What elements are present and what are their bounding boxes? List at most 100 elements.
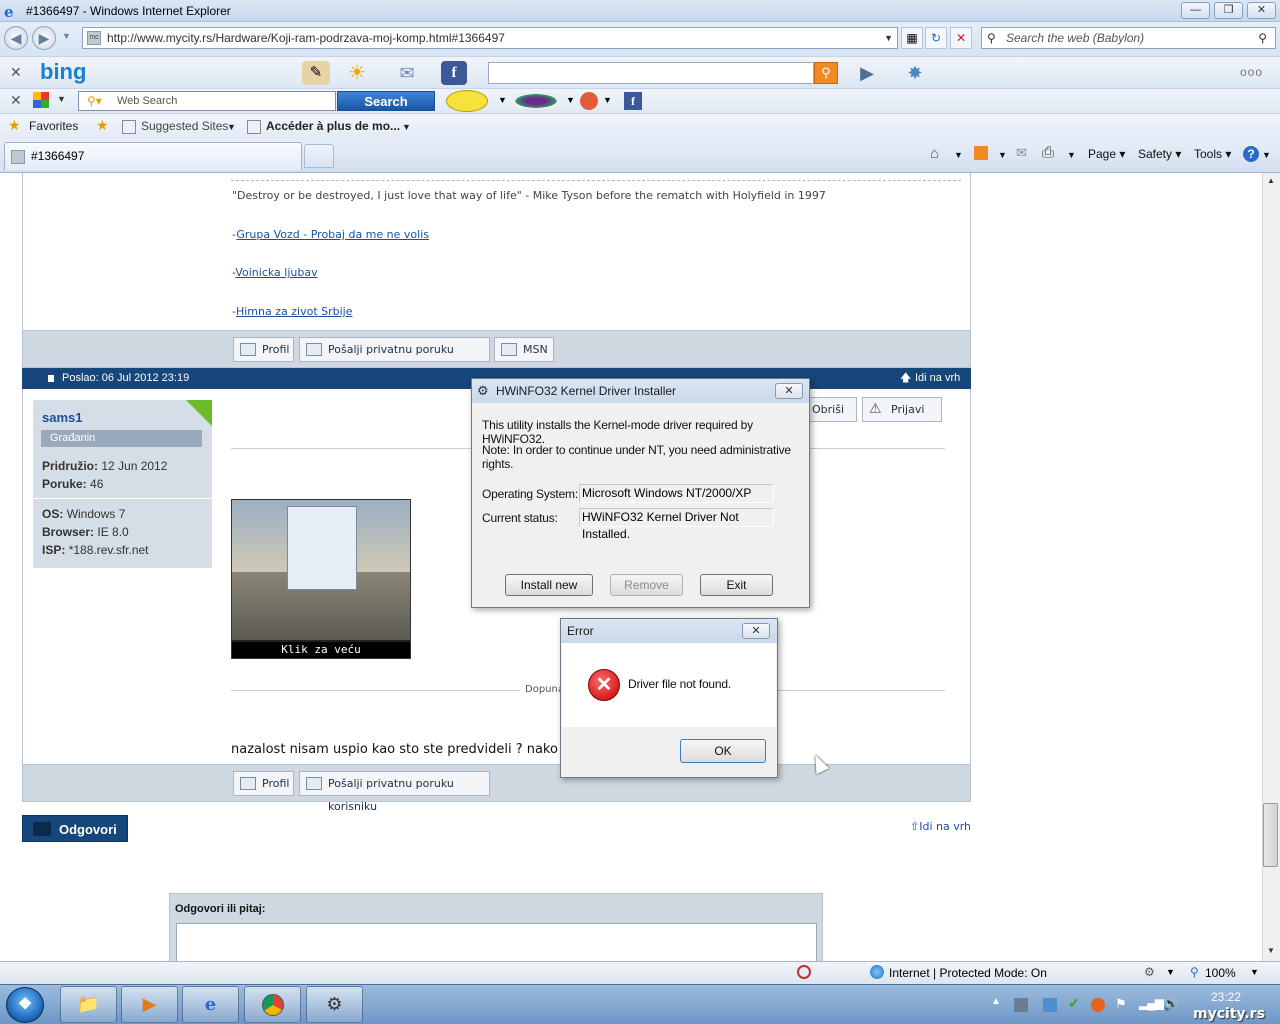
bing-search-go-icon[interactable]: ⚲ [814,62,838,84]
eyes-icon[interactable] [512,93,560,109]
feeds-icon[interactable] [974,146,988,160]
tray-volume-icon[interactable]: 🔊 [1163,996,1179,1012]
emoticon-icon[interactable] [580,92,598,110]
tray-expand-icon[interactable]: ▲ [991,996,1001,1007]
tools-icon[interactable]: ✸ [901,61,929,85]
emoticon-dropdown-icon[interactable]: ▼ [603,95,612,105]
privacy-icon[interactable]: ⚙ [1144,965,1155,979]
close-toolbar-icon[interactable]: ✕ [10,64,22,81]
tools-menu[interactable]: Tools ▾ [1194,147,1231,161]
image-thumbnail[interactable]: Klik za veću [231,499,411,659]
minimize-button[interactable]: — [1181,2,1210,19]
go-top-arrow-icon[interactable]: 🡅 [900,368,911,389]
tray-signal-icon[interactable]: ▂▄▆ [1139,996,1164,1010]
stop-icon[interactable]: ✕ [950,27,972,49]
zoom-icon[interactable]: ⚲ [1190,965,1199,979]
babylon-apps-icon[interactable] [33,92,49,108]
zoom-level[interactable]: 100% [1205,966,1236,980]
clock-time[interactable]: 23:22 [1211,990,1241,1004]
start-button[interactable]: ❖ [6,987,44,1023]
search-icon[interactable]: ⚲ [1258,28,1267,48]
new-tab-button[interactable] [304,144,334,168]
mail-icon[interactable]: ✉ [393,61,421,85]
address-dropdown-icon[interactable]: ▼ [884,28,893,48]
tray-network-app-icon[interactable] [1014,998,1028,1012]
eyes-dropdown-icon[interactable]: ▼ [566,95,575,105]
print-icon[interactable]: ⎙ [1042,144,1054,161]
weather-sun-icon[interactable]: ☀ [343,61,371,85]
privacy-dropdown-icon[interactable]: ▼ [1166,967,1175,977]
private-message-button-2[interactable]: Pošalji privatnu poruku korisniku [299,771,490,813]
reply-textarea[interactable] [176,923,817,961]
popup-blocked-icon[interactable] [797,965,811,979]
maximize-button[interactable]: ❐ [1214,2,1243,19]
scroll-up-icon[interactable]: ▲ [1267,176,1275,185]
tray-app-icon[interactable] [1043,998,1057,1012]
reply-button[interactable]: Odgovori [22,815,128,842]
web-search-input[interactable]: ⚲▾ Web Search [78,91,336,111]
home-icon[interactable]: ⌂ [930,145,939,162]
tray-security-icon[interactable]: ✔ [1068,995,1080,1012]
maps-icon[interactable]: ✎ [302,61,330,85]
close-window-button[interactable]: ✕ [1247,2,1276,19]
hwinfo-taskbar-icon[interactable]: ⚙ [306,986,363,1023]
bing-search-input[interactable] [488,62,814,84]
print-dropdown-icon[interactable]: ▼ [1067,150,1076,160]
installer-close-button[interactable]: ✕ [775,383,803,399]
scrollbar-thumb[interactable] [1263,803,1278,867]
profile-button[interactable]: Profil [233,337,294,362]
media-player-taskbar-icon[interactable]: ▶ [121,986,178,1023]
go-top-link-2[interactable]: ⇧Idi na vrh [910,820,971,833]
install-new-button[interactable]: Install new [505,574,593,596]
video-icon[interactable]: ▶ [853,61,881,85]
safety-menu[interactable]: Safety ▾ [1138,147,1181,161]
feeds-dropdown-icon[interactable]: ▼ [998,150,1007,160]
msn-button[interactable]: MSN [494,337,554,362]
favorites-button[interactable]: Favorites [29,119,78,133]
address-input[interactable]: mc http://www.mycity.rs/Hardware/Koji-ra… [82,27,898,49]
acceder-link[interactable]: Accéder à plus de mo... [266,119,400,133]
signature-link-2[interactable]: Voinicka ljubav [235,266,317,279]
facebook-icon[interactable]: f [441,61,467,85]
report-post-button[interactable]: ⚠ Prijavi [862,397,942,422]
close-babylon-icon[interactable]: ✕ [10,92,22,109]
acceder-dropdown-icon[interactable]: ▼ [402,122,411,132]
compatibility-view-icon[interactable]: ▦ [901,27,923,49]
help-dropdown-icon[interactable]: ▼ [1262,150,1271,160]
tray-firefox-icon[interactable] [1091,998,1105,1012]
read-mail-icon[interactable]: ✉ [1016,145,1027,161]
facebook-small-icon[interactable]: f [624,92,642,110]
search-input[interactable]: ⚲ Search the web (Babylon) ⚲ [981,27,1276,49]
internet-explorer-taskbar-icon[interactable]: e [182,986,239,1023]
suggested-dropdown-icon[interactable]: ▼ [227,122,236,132]
error-close-button[interactable]: ✕ [742,623,770,639]
smiley-dropdown-icon[interactable]: ▼ [498,95,507,105]
delete-post-button[interactable]: Obriši [805,397,857,422]
smiley-icon[interactable] [446,90,488,112]
exit-button[interactable]: Exit [700,574,773,596]
signature-link-1[interactable]: Grupa Vozd - Probaj da me ne volis [236,228,429,241]
error-ok-button[interactable]: OK [680,739,766,763]
go-top-link[interactable]: Idi na vrh [915,368,960,389]
chrome-taskbar-icon[interactable] [244,986,301,1023]
tray-action-center-icon[interactable]: ⚑ [1115,996,1127,1012]
history-dropdown-icon[interactable]: ▼ [62,31,71,41]
page-menu[interactable]: Page ▾ [1088,147,1125,161]
username-link[interactable]: sams1 [42,410,82,425]
refresh-icon[interactable]: ↻ [925,27,947,49]
help-icon[interactable]: ? [1243,146,1259,162]
more-options-icon[interactable]: ooo [1240,65,1263,79]
forward-button[interactable]: ▶ [32,26,56,50]
scroll-down-icon[interactable]: ▼ [1267,946,1275,955]
suggested-sites-link[interactable]: Suggested Sites [141,119,228,133]
private-message-button[interactable]: Pošalji privatnu poruku korisniku [299,337,490,379]
remove-button[interactable]: Remove [610,574,683,596]
home-dropdown-icon[interactable]: ▼ [954,150,963,160]
web-search-button[interactable]: Search [337,91,435,111]
profile-button-2[interactable]: Profil [233,771,294,796]
explorer-taskbar-icon[interactable]: 📁 [60,986,117,1023]
back-button[interactable]: ◀ [4,26,28,50]
zoom-dropdown-icon[interactable]: ▼ [1250,967,1259,977]
favorites-star-icon[interactable]: ★ [8,117,21,134]
apps-dropdown-icon[interactable]: ▼ [57,94,66,104]
